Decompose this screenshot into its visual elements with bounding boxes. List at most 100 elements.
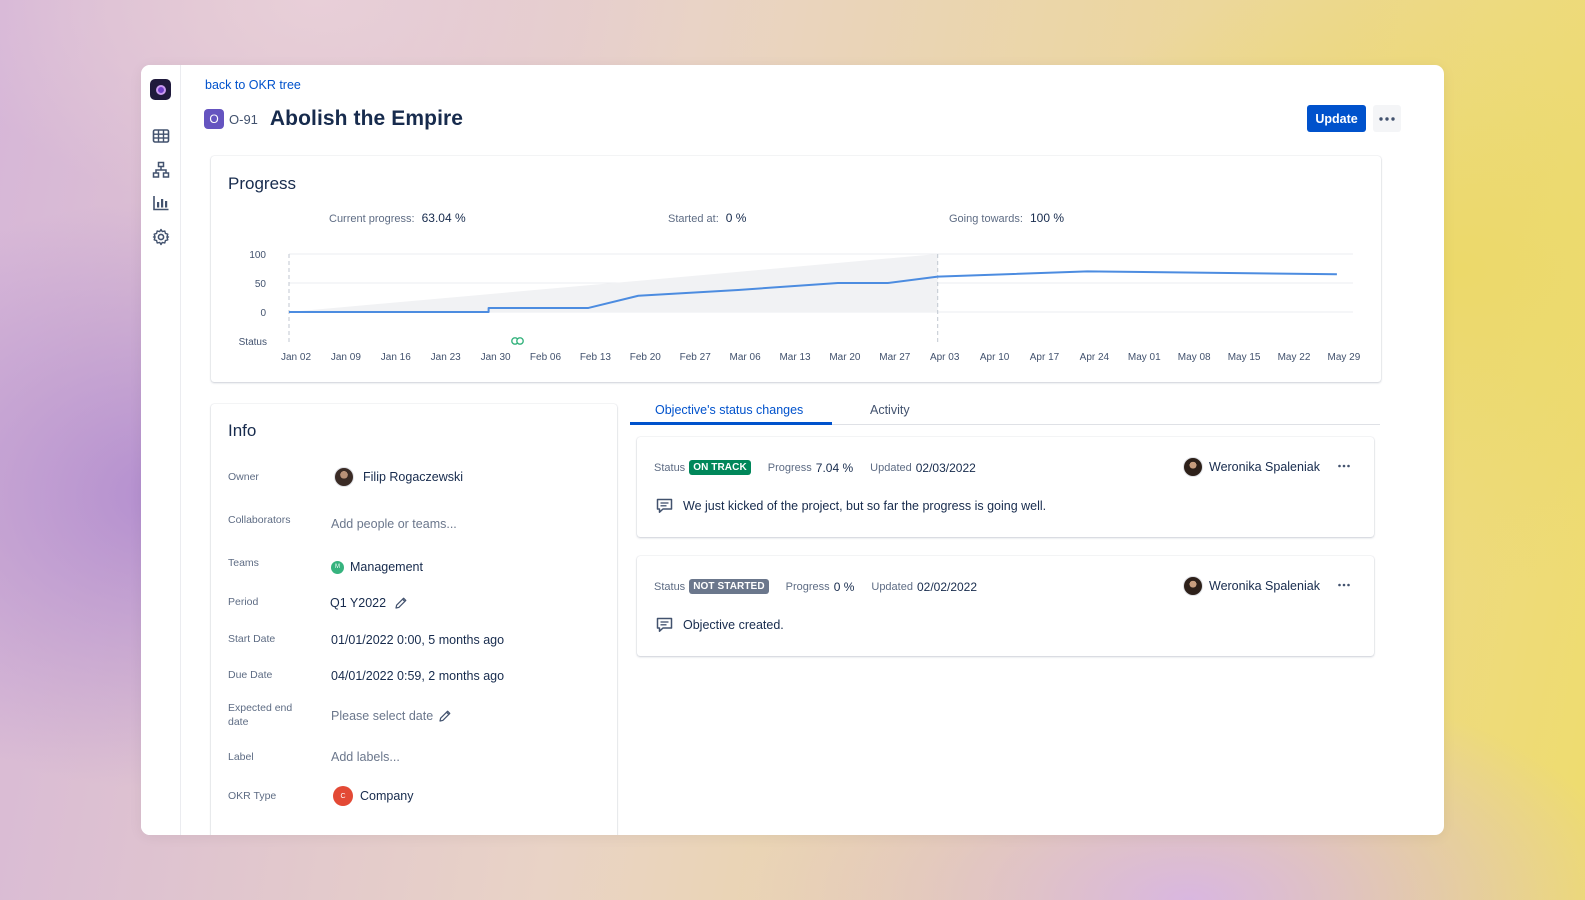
x-tick-label: Jan 02 xyxy=(281,352,311,363)
author-avatar xyxy=(1183,576,1203,596)
info-label: Due Date xyxy=(228,669,273,681)
status-author[interactable]: Weronika Spaleniak xyxy=(1183,576,1320,596)
team-avatar: M xyxy=(331,560,344,574)
owner-name: Filip Rogaczewski xyxy=(363,470,464,484)
progress-label: Progress xyxy=(767,461,812,474)
x-tick-label: Apr 03 xyxy=(930,352,960,363)
status-change-card: Status ON TRACK Progress 7.04 % Updated … xyxy=(637,437,1374,537)
status-comment: Objective created. xyxy=(656,617,784,633)
status-marker xyxy=(516,337,524,345)
current-progress-value: 63.04 % xyxy=(421,211,466,225)
okr-type-value[interactable]: C Company xyxy=(333,786,414,806)
status-row-label: Status xyxy=(239,337,267,348)
x-tick-label: May 15 xyxy=(1228,352,1261,363)
comment-icon xyxy=(656,617,673,632)
updated-date: 02/03/2022 xyxy=(915,460,976,475)
more-horizontal-icon xyxy=(1379,116,1395,121)
teams-value[interactable]: M Management xyxy=(331,560,423,574)
current-progress-label: Current progress: xyxy=(329,213,415,225)
due-date-value: 04/01/2022 0:59, 2 months ago xyxy=(331,669,505,683)
owner-avatar xyxy=(334,467,354,487)
y-tick-label: 0 xyxy=(260,308,266,319)
going-towards-value: 100 % xyxy=(1029,211,1065,225)
expected-end-date-placeholder: Please select date xyxy=(331,709,434,723)
back-to-okr-tree-link[interactable]: back to OKR tree xyxy=(205,78,301,92)
edit-pencil-icon[interactable] xyxy=(438,709,452,723)
info-label: Collaborators xyxy=(228,514,291,526)
started-at-stat: Started at: 0 % xyxy=(668,211,746,225)
status-change-card: Status NOT STARTED Progress 0 % Updated … xyxy=(637,556,1374,656)
y-tick-label: 50 xyxy=(255,279,267,290)
title-row: O O-91 Abolish the Empire xyxy=(204,107,464,130)
bar-chart-icon[interactable] xyxy=(152,194,170,212)
info-label: Expected end date xyxy=(228,702,293,728)
x-tick-label: Feb 27 xyxy=(680,352,712,363)
period-text: Q1 Y2022 xyxy=(330,596,387,610)
started-at-label: Started at: xyxy=(668,213,719,225)
period-value[interactable]: Q1 Y2022 xyxy=(330,596,408,610)
x-tick-label: Jan 23 xyxy=(431,352,461,363)
left-rail xyxy=(141,65,181,835)
x-tick-label: Apr 24 xyxy=(1080,352,1110,363)
edit-pencil-icon[interactable] xyxy=(394,596,408,610)
status-lozenge: NOT STARTED xyxy=(689,579,769,594)
x-tick-label: May 08 xyxy=(1178,352,1211,363)
info-label: Start Date xyxy=(228,633,276,645)
more-horizontal-icon[interactable] xyxy=(1337,459,1351,473)
x-tick-label: Feb 06 xyxy=(530,352,562,363)
status-meta: Status NOT STARTED Progress 0 % Updated … xyxy=(654,579,977,594)
x-tick-label: Mar 27 xyxy=(879,352,911,363)
y-tick-label: 100 xyxy=(249,250,266,261)
updated-label: Updated xyxy=(870,461,912,474)
more-horizontal-icon[interactable] xyxy=(1337,578,1351,592)
info-label: OKR Type xyxy=(228,790,277,802)
progress-value: 7.04 % xyxy=(815,460,854,475)
okr-type-name: Company xyxy=(360,789,414,803)
x-tick-label: Apr 10 xyxy=(980,352,1010,363)
expected-end-date-picker[interactable]: Please select date xyxy=(331,709,452,723)
update-button[interactable]: Update xyxy=(1307,105,1366,132)
page-title: Abolish the Empire xyxy=(269,107,464,130)
table-icon[interactable] xyxy=(152,127,170,145)
status-meta: Status ON TRACK Progress 7.04 % Updated … xyxy=(654,460,976,475)
x-tick-label: May 29 xyxy=(1328,352,1361,363)
status-label: Status xyxy=(654,580,686,593)
x-tick-label: Jan 16 xyxy=(381,352,411,363)
status-author[interactable]: Weronika Spaleniak xyxy=(1183,457,1320,477)
team-name: Management xyxy=(350,560,423,574)
more-actions-button[interactable] xyxy=(1373,105,1401,132)
status-label: Status xyxy=(654,461,686,474)
progress-line-chart: 100 50 0 Status Jan 02 Jan 09 Jan 16 Jan 23 Jan … xyxy=(239,250,1361,363)
comment-text: Objective created. xyxy=(683,618,784,632)
x-tick-label: Jan 30 xyxy=(481,352,511,363)
labels-picker[interactable]: Add labels... xyxy=(331,750,400,764)
info-label: Label xyxy=(228,751,254,763)
progress-label: Progress xyxy=(785,580,830,593)
x-tick-label: May 22 xyxy=(1278,352,1311,363)
x-tick-label: Mar 13 xyxy=(779,352,811,363)
tab-status-changes[interactable]: Objective's status changes xyxy=(655,403,803,417)
settings-gear-icon[interactable] xyxy=(152,228,170,246)
owner-value[interactable]: Filip Rogaczewski xyxy=(334,467,463,487)
x-tick-label: Jan 09 xyxy=(331,352,361,363)
info-card: Info Owner Filip Rogaczewski Collaborato… xyxy=(211,404,617,835)
hierarchy-icon[interactable] xyxy=(152,161,170,179)
x-tick-label: Mar 06 xyxy=(730,352,762,363)
info-heading: Info xyxy=(228,421,257,440)
app-logo-icon[interactable] xyxy=(150,79,171,100)
tab-activity[interactable]: Activity xyxy=(870,403,910,417)
comment-text: We just kicked of the project, but so fa… xyxy=(683,499,1047,513)
info-label: Period xyxy=(228,596,259,608)
current-progress-stat: Current progress: 63.04 % xyxy=(329,211,466,225)
objective-key: O-91 xyxy=(229,111,258,127)
author-name: Weronika Spaleniak xyxy=(1209,460,1320,474)
collaborators-picker[interactable]: Add people or teams... xyxy=(331,517,457,531)
active-tab-indicator xyxy=(630,422,832,425)
status-lozenge: ON TRACK xyxy=(689,460,751,475)
app-window: back to OKR tree O O-91 Abolish the Empi… xyxy=(141,65,1444,835)
author-avatar xyxy=(1183,457,1203,477)
progress-card: Progress Current progress: 63.04 % Starte… xyxy=(211,156,1381,382)
x-tick-label: Mar 20 xyxy=(829,352,861,363)
author-name: Weronika Spaleniak xyxy=(1209,579,1320,593)
comment-icon xyxy=(656,498,673,513)
